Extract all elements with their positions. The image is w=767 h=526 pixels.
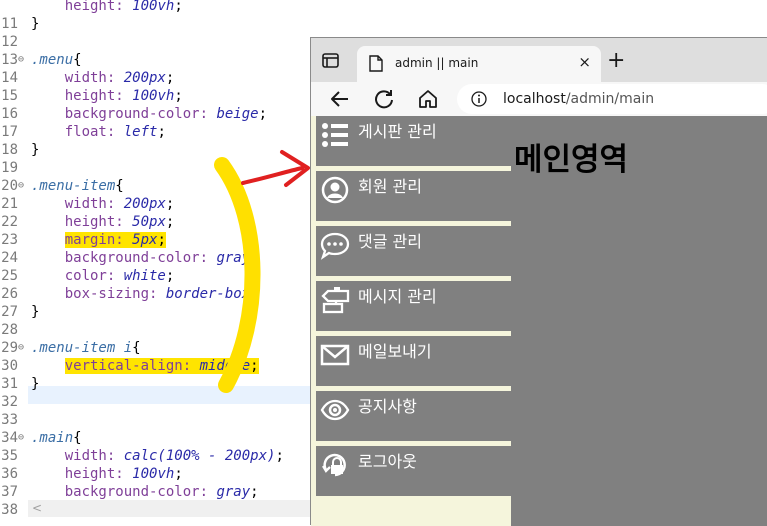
menu-item-label: 로그아웃 bbox=[358, 452, 417, 471]
menu-item-comments[interactable]: 댓글 관리 bbox=[316, 226, 511, 276]
menu-item-notices[interactable]: 공지사항 bbox=[316, 391, 511, 441]
menu-item-board[interactable]: 게시판 관리 bbox=[316, 116, 511, 166]
main-title: 메인영역 bbox=[514, 142, 629, 178]
envelope-icon bbox=[320, 344, 350, 366]
menu-item-send-mail[interactable]: 메일보내기 bbox=[316, 336, 511, 386]
menu-item-label: 공지사항 bbox=[358, 397, 417, 416]
menu-item-messages[interactable]: 메시지 관리 bbox=[316, 281, 511, 331]
url-host: localhost bbox=[503, 91, 566, 107]
menu-item-label: 회원 관리 bbox=[358, 177, 422, 196]
url-path: /admin/main bbox=[565, 91, 655, 107]
list-icon bbox=[322, 123, 348, 147]
new-tab-button[interactable]: + bbox=[607, 50, 625, 72]
back-icon[interactable] bbox=[329, 88, 351, 110]
tab-close-icon[interactable]: × bbox=[578, 53, 591, 71]
browser-window: admin || main × + localhost/admin/main 메… bbox=[310, 37, 767, 526]
browser-tab[interactable]: admin || main × bbox=[357, 46, 601, 82]
logout-lock-icon bbox=[322, 453, 346, 477]
menu-item-label: 메일보내기 bbox=[358, 342, 432, 361]
url-text: localhost/admin/main bbox=[503, 91, 654, 107]
page-icon bbox=[369, 55, 383, 72]
home-icon[interactable] bbox=[417, 88, 439, 110]
menu-item-logout[interactable]: 로그아웃 bbox=[316, 446, 511, 496]
menu-item-members[interactable]: 회원 관리 bbox=[316, 171, 511, 221]
message-sign-icon bbox=[321, 287, 350, 314]
menu-item-label: 댓글 관리 bbox=[358, 232, 422, 251]
scroll-left-icon[interactable]: < bbox=[32, 501, 42, 515]
site-info-icon[interactable] bbox=[471, 91, 487, 107]
tab-strip: admin || main × + bbox=[311, 38, 767, 82]
refresh-icon[interactable] bbox=[373, 88, 395, 110]
eye-icon bbox=[320, 399, 350, 421]
yellow-curve-annotation bbox=[214, 157, 261, 393]
comment-dots-icon bbox=[320, 232, 350, 260]
address-bar[interactable]: localhost/admin/main bbox=[457, 84, 767, 114]
horizontal-scrollbar[interactable]: < bbox=[28, 500, 310, 517]
tab-title: admin || main bbox=[395, 56, 479, 70]
menu-item-label: 메시지 관리 bbox=[358, 287, 437, 306]
tab-actions-icon[interactable] bbox=[321, 52, 341, 70]
main-area: 메인영역 bbox=[511, 116, 767, 526]
user-circle-icon bbox=[321, 176, 349, 204]
browser-toolbar: localhost/admin/main bbox=[311, 82, 767, 116]
page-content: 메인영역 게시판 관리 회원 관리 댓글 관리 메시지 관리 메일보내기 공지사… bbox=[311, 116, 767, 526]
menu-item-label: 게시판 관리 bbox=[358, 122, 437, 141]
